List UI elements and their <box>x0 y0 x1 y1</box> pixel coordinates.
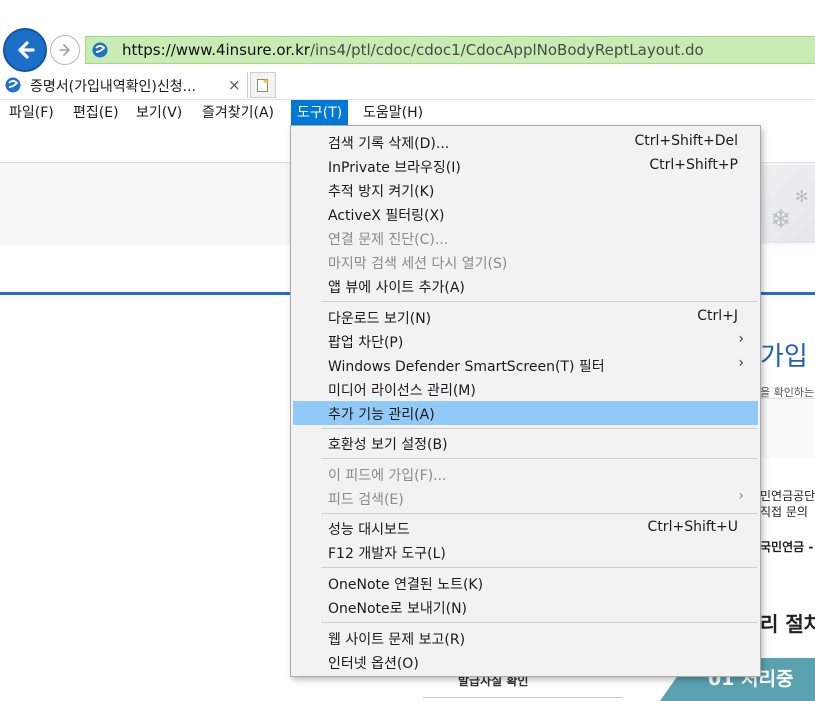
url-path: /ins4/ptl/cdoc/cdoc1/CdocApplNoBodyReptL… <box>309 41 704 59</box>
menu-item-label: Windows Defender SmartScreen(T) 필터 <box>328 359 605 375</box>
menu-item-onenote-linked-notes[interactable]: OneNote 연결된 노트(K) <box>293 571 758 595</box>
menu-view[interactable]: 보기(V) <box>130 100 188 126</box>
menu-item-diagnose-connection: 연결 문제 진단(C)... <box>293 226 758 250</box>
menu-item-label: F12 개발자 도구(L) <box>328 546 446 562</box>
menu-item-media-licenses[interactable]: 미디어 라이선스 관리(M) <box>293 377 758 401</box>
menu-item-shortcut: Ctrl+Shift+P <box>649 157 738 173</box>
menu-item-manage-addons[interactable]: 추가 기능 관리(A) <box>293 401 758 425</box>
forward-arrow-icon <box>59 44 70 56</box>
forward-button[interactable] <box>50 35 80 65</box>
menu-item-compatibility-view[interactable]: 호환성 보기 설정(B) <box>293 431 758 455</box>
menu-bar: 파일(F) 편집(E) 보기(V) 즐겨찾기(A) 도구(T) 도움말(H) <box>0 99 815 126</box>
submenu-arrow-icon: › <box>738 488 744 504</box>
page-title-fragment: 가입 <box>760 342 808 372</box>
menu-item-label: OneNote 연결된 노트(K) <box>328 577 484 593</box>
page-divider <box>423 697 623 698</box>
menu-item-label: 추가 기능 관리(A) <box>328 407 435 423</box>
menu-item-delete-history[interactable]: 검색 기록 삭제(D)... Ctrl+Shift+Del <box>293 130 758 154</box>
url-text: https://www.4insure.or.kr/ins4/ptl/cdoc/… <box>122 41 704 59</box>
menu-item-label: 검색 기록 삭제(D)... <box>328 136 450 152</box>
back-arrow-icon <box>18 41 35 59</box>
page-heading-fragment: 리 절차 <box>760 612 815 636</box>
menu-separator <box>321 458 757 459</box>
menu-item-label: 팝업 차단(P) <box>328 335 404 351</box>
url-input[interactable]: https://www.4insure.or.kr/ins4/ptl/cdoc/… <box>85 36 815 64</box>
menu-item-label: 인터넷 옵션(O) <box>328 656 419 672</box>
menu-item-shortcut: Ctrl+J <box>697 308 738 324</box>
submenu-arrow-icon: › <box>738 355 744 371</box>
menu-item-label: 마지막 검색 세션 다시 열기(S) <box>328 256 508 272</box>
menu-item-add-to-apps[interactable]: 앱 뷰에 사이트 추가(A) <box>293 274 758 298</box>
menu-separator <box>321 301 757 302</box>
menu-item-internet-options[interactable]: 인터넷 옵션(O) <box>293 650 758 674</box>
site-favicon-icon <box>92 42 108 58</box>
menu-item-f12-developer-tools[interactable]: F12 개발자 도구(L) <box>293 540 758 564</box>
menu-item-label: 앱 뷰에 사이트 추가(A) <box>328 280 465 296</box>
menu-item-popup-blocker[interactable]: 팝업 차단(P) › <box>293 329 758 353</box>
menu-item-label: OneNote로 보내기(N) <box>328 601 468 617</box>
menu-item-tracking-protection[interactable]: 추적 방지 켜기(K) <box>293 178 758 202</box>
address-bar-row: https://www.4insure.or.kr/ins4/ptl/cdoc/… <box>0 28 815 72</box>
tab-title: 증명서(가입내역확인)신청... <box>30 79 196 95</box>
menu-item-feed-discovery: 피드 검색(E) › <box>293 486 758 510</box>
tab-favicon-icon <box>5 77 21 93</box>
menu-item-label: 웹 사이트 문제 보고(R) <box>328 632 466 648</box>
menu-item-send-to-onenote[interactable]: OneNote로 보내기(N) <box>293 595 758 619</box>
menu-separator <box>321 622 757 623</box>
menu-item-shortcut: Ctrl+Shift+U <box>647 519 738 535</box>
menu-item-view-downloads[interactable]: 다운로드 보기(N) Ctrl+J <box>293 305 758 329</box>
snowflake-icon: ❄ <box>770 205 792 235</box>
menu-separator <box>321 428 757 429</box>
menu-separator <box>321 513 757 514</box>
page-text-fragment: 직접 문의 <box>760 505 808 519</box>
menu-item-label: 피드 검색(E) <box>328 492 404 508</box>
menu-item-label: 미디어 라이선스 관리(M) <box>328 383 476 399</box>
snowflake-icon: ✻ <box>795 187 809 206</box>
page-text-fragment: 민연금공단 <box>760 489 815 503</box>
new-tab-icon <box>257 78 269 92</box>
menu-item-smartscreen[interactable]: Windows Defender SmartScreen(T) 필터 › <box>293 353 758 377</box>
page-box <box>760 398 815 458</box>
menu-favorites[interactable]: 즐겨찾기(A) <box>196 100 280 126</box>
menu-tools[interactable]: 도구(T) <box>291 100 349 126</box>
menu-separator <box>321 567 757 568</box>
menu-item-reopen-session: 마지막 검색 세션 다시 열기(S) <box>293 250 758 274</box>
tab-close-button[interactable]: × <box>228 76 241 94</box>
menu-item-label: ActiveX 필터링(X) <box>328 208 445 224</box>
menu-item-label: 다운로드 보기(N) <box>328 311 432 327</box>
menu-item-subscribe-feed: 이 피드에 가입(F)... <box>293 462 758 486</box>
menu-file[interactable]: 파일(F) <box>3 100 60 126</box>
url-host: https://www.4insure.or.kr <box>122 41 310 59</box>
tools-dropdown-menu: 검색 기록 삭제(D)... Ctrl+Shift+Del InPrivate … <box>290 125 761 677</box>
back-button[interactable] <box>3 28 47 72</box>
menu-edit[interactable]: 편집(E) <box>67 100 125 126</box>
page-text-fragment: 국민연금 - <box>760 540 814 554</box>
browser-tab[interactable]: 증명서(가입내역확인)신청... × <box>0 72 248 98</box>
menu-item-label: 연결 문제 진단(C)... <box>328 232 449 248</box>
new-tab-button[interactable] <box>250 72 276 98</box>
submenu-arrow-icon: › <box>738 331 744 347</box>
menu-item-report-website-problems[interactable]: 웹 사이트 문제 보고(R) <box>293 626 758 650</box>
menu-item-shortcut: Ctrl+Shift+Del <box>634 133 738 149</box>
menu-item-performance-dashboard[interactable]: 성능 대시보드 Ctrl+Shift+U <box>293 516 758 540</box>
menu-item-label: InPrivate 브라우징(I) <box>328 160 461 176</box>
menu-item-activex-filtering[interactable]: ActiveX 필터링(X) <box>293 202 758 226</box>
menu-item-label: 이 피드에 가입(F)... <box>328 468 447 484</box>
menu-item-inprivate[interactable]: InPrivate 브라우징(I) Ctrl+Shift+P <box>293 154 758 178</box>
menu-help[interactable]: 도움말(H) <box>357 100 429 126</box>
menu-item-label: 추적 방지 켜기(K) <box>328 184 435 200</box>
menu-item-label: 성능 대시보드 <box>328 522 410 538</box>
menu-item-label: 호환성 보기 설정(B) <box>328 437 448 453</box>
